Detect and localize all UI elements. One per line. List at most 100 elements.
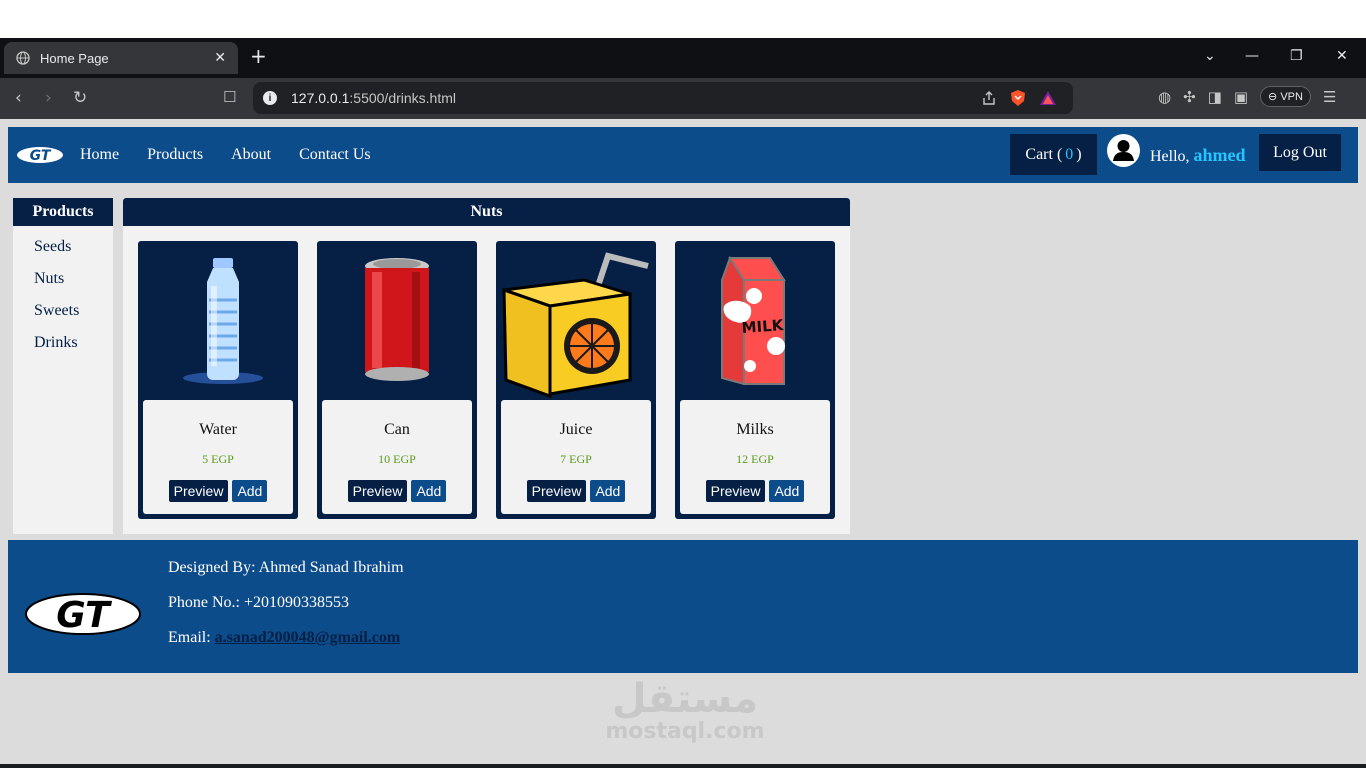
new-tab-icon[interactable]: + [250, 44, 267, 68]
url-host: 127.0.0.1 [291, 90, 350, 106]
vpn-button[interactable]: ⊖ VPN [1260, 86, 1311, 107]
milk-carton-icon: MILK [721, 255, 786, 386]
product-info: Water 5 EGP Preview Add [143, 400, 293, 514]
product-card: Water 5 EGP Preview Add [138, 241, 298, 519]
browser-toolbar: ‹ › ↻ ☐ i 127.0.0.1:5500/drinks.html ◍ ✣… [0, 78, 1366, 119]
add-button[interactable]: Add [590, 480, 626, 502]
preview-button[interactable]: Preview [168, 480, 229, 502]
site-footer: GT Designed By: Ahmed Sanad Ibrahim Phon… [8, 540, 1358, 673]
add-button[interactable]: Add [769, 480, 805, 502]
sidebar-item-nuts[interactable]: Nuts [34, 270, 113, 288]
products-panel: Nuts Water 5 EGP Preview Add Can 10 EGP … [123, 198, 850, 534]
tab-title: Home Page [40, 50, 109, 66]
cart-label: Cart ( [1025, 145, 1063, 163]
nav-products[interactable]: Products [147, 146, 203, 164]
url-path: :5500/drinks.html [349, 90, 456, 106]
preview-button[interactable]: Preview [347, 480, 408, 502]
product-name: Milks [736, 421, 774, 438]
email-line: Email: a.sanad200048@gmail.com [168, 629, 400, 647]
menu-icon[interactable]: ☰ [1323, 88, 1336, 106]
watermark-arabic: مستقل [611, 676, 759, 722]
brave-rewards-icon[interactable] [1039, 89, 1057, 107]
screen-top-margin [0, 0, 1366, 38]
product-card: Can 10 EGP Preview Add [317, 241, 477, 519]
product-info: Juice 7 EGP Preview Add [501, 400, 651, 514]
svg-text:MILK: MILK [741, 316, 785, 337]
preview-button[interactable]: Preview [705, 480, 766, 502]
back-icon[interactable]: ‹ [15, 88, 22, 108]
web-page: GT Home Products About Contact Us Cart (… [0, 119, 1366, 768]
close-icon[interactable]: ✕ [214, 50, 226, 66]
address-bar[interactable]: i 127.0.0.1:5500/drinks.html [253, 82, 1073, 114]
brave-shield-icon[interactable] [1009, 89, 1027, 107]
preview-button[interactable]: Preview [526, 480, 587, 502]
product-price: 5 EGP [202, 452, 234, 466]
user-avatar-icon[interactable] [1107, 134, 1140, 167]
puzzle-icon[interactable]: ✣ [1183, 88, 1196, 106]
email-label: Email: [168, 629, 211, 646]
translate-icon[interactable]: ◍ [1158, 88, 1171, 106]
product-price: 10 EGP [378, 452, 416, 466]
share-icon[interactable] [981, 90, 997, 106]
panel-title: Nuts [123, 198, 850, 226]
product-card: Juice 7 EGP Preview Add [496, 241, 656, 519]
chevron-down-icon[interactable]: ⌄ [1204, 48, 1216, 64]
nav-about[interactable]: About [231, 146, 271, 164]
bookmark-icon[interactable]: ☐ [223, 88, 236, 106]
designer-credit: Designed By: Ahmed Sanad Ibrahim [168, 559, 404, 576]
cart-count: 0 [1065, 145, 1074, 163]
product-image [138, 241, 298, 399]
site-navbar: GT Home Products About Contact Us Cart (… [8, 127, 1358, 183]
window-close-icon[interactable]: ✕ [1336, 48, 1348, 64]
restore-icon[interactable]: ❐ [1290, 48, 1303, 64]
globe-icon [16, 51, 30, 65]
product-name: Juice [559, 421, 593, 438]
site-info-icon[interactable]: i [263, 91, 277, 105]
sidebar-title: Products [13, 198, 113, 226]
nav-contact[interactable]: Contact Us [299, 146, 371, 164]
product-info: Can 10 EGP Preview Add [322, 400, 472, 514]
juice-box-icon [502, 252, 649, 398]
soda-can-icon [365, 258, 429, 381]
nav-home[interactable]: Home [80, 146, 119, 164]
product-image [317, 241, 477, 399]
product-info: Milks 12 EGP Preview Add [680, 400, 830, 514]
user-greeting: Hello, ahmed [1150, 145, 1246, 166]
extension-icons: ◍ ✣ ◨ ▣ ⊖ VPN ☰ [1158, 86, 1336, 107]
email-link[interactable]: a.sanad200048@gmail.com [215, 629, 401, 646]
gt-logo-icon[interactable]: GT [16, 146, 64, 164]
wallet-icon[interactable]: ▣ [1234, 88, 1248, 106]
forward-icon[interactable]: › [45, 88, 52, 108]
water-bottle-icon [183, 258, 263, 384]
watermark-latin: mostaql.com [605, 719, 765, 744]
phone-number: Phone No.: +201090338553 [168, 594, 350, 611]
svg-text:GT: GT [56, 595, 112, 636]
reload-icon[interactable]: ↻ [73, 88, 87, 108]
cart-button[interactable]: Cart ( 0 ) [1010, 134, 1097, 175]
add-button[interactable]: Add [411, 480, 447, 502]
svg-text:GT: GT [30, 148, 52, 164]
product-price: 12 EGP [736, 452, 774, 466]
gt-logo-icon: GT [25, 593, 141, 636]
product-card: MILK Milks 12 EGP Preview Add [675, 241, 835, 519]
browser-tab[interactable]: Home Page ✕ [4, 42, 238, 74]
address-bar-icons [981, 89, 1057, 107]
username: ahmed [1193, 145, 1246, 165]
cart-label-close: ) [1076, 145, 1082, 163]
product-price: 7 EGP [560, 452, 592, 466]
add-button[interactable]: Add [232, 480, 268, 502]
taskbar-edge [0, 764, 1366, 768]
logout-button[interactable]: Log Out [1259, 134, 1341, 171]
sidebar-item-sweets[interactable]: Sweets [34, 302, 113, 320]
product-image [496, 241, 656, 399]
url-text: 127.0.0.1:5500/drinks.html [291, 90, 456, 106]
mostaql-watermark: مستقل mostaql.com [600, 677, 770, 743]
browser-tabbar: Home Page ✕ + ⌄ — ❐ ✕ [0, 38, 1366, 78]
category-sidebar: Products Seeds Nuts Sweets Drinks [13, 198, 113, 534]
product-name: Can [384, 421, 410, 438]
product-name: Water [199, 421, 237, 438]
sidebar-icon[interactable]: ◨ [1208, 88, 1222, 106]
minimize-icon[interactable]: — [1245, 48, 1259, 64]
sidebar-item-seeds[interactable]: Seeds [34, 238, 113, 256]
sidebar-item-drinks[interactable]: Drinks [34, 334, 113, 352]
